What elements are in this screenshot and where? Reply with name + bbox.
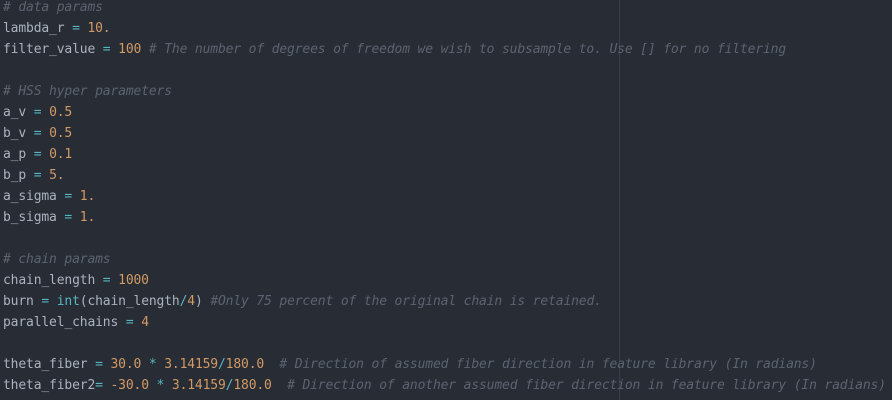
operator: = bbox=[95, 273, 119, 288]
comment: # HSS hyper parameters bbox=[3, 84, 172, 99]
operator: = bbox=[64, 21, 88, 36]
number-literal: 180.0 bbox=[225, 357, 265, 372]
identifier: b_p bbox=[3, 168, 27, 183]
number-literal: 3.14159 bbox=[171, 378, 226, 393]
comment: # Direction of another assumed fiber dir… bbox=[271, 378, 886, 393]
comment: # The number of degrees of freedom we wi… bbox=[141, 42, 787, 57]
code-line[interactable]: theta_fiber = 30.0 * 3.14159/180.0 # Dir… bbox=[3, 354, 886, 375]
code-line[interactable]: b_v = 0.5 bbox=[3, 123, 886, 144]
operator: = bbox=[26, 147, 50, 162]
code-line[interactable]: # chain params bbox=[3, 249, 886, 270]
code-line[interactable]: # HSS hyper parameters bbox=[3, 81, 886, 102]
identifier: theta_fiber bbox=[3, 357, 88, 372]
operator: = bbox=[26, 168, 50, 183]
number-literal: 3.14159 bbox=[164, 357, 218, 372]
number-literal: 100 bbox=[118, 42, 142, 57]
code-line[interactable]: b_p = 5. bbox=[3, 165, 886, 186]
operator: * bbox=[148, 378, 172, 393]
code-line[interactable]: parallel_chains = 4 bbox=[3, 312, 886, 333]
code-line[interactable]: filter_value = 100 # The number of degre… bbox=[3, 39, 886, 60]
code-line[interactable]: a_p = 0.1 bbox=[3, 144, 886, 165]
operator: = bbox=[26, 126, 50, 141]
comment: # data params bbox=[3, 0, 103, 15]
identifier: burn bbox=[3, 294, 34, 309]
operator: = bbox=[87, 357, 111, 372]
code-line[interactable]: lambda_r = 10. bbox=[3, 18, 886, 39]
code-line[interactable] bbox=[3, 333, 886, 354]
code-line[interactable] bbox=[3, 60, 886, 81]
identifier: ) bbox=[194, 294, 203, 309]
operator: = bbox=[26, 105, 50, 120]
number-literal: 0.1 bbox=[49, 147, 73, 162]
code-line[interactable]: chain_length = 1000 bbox=[3, 270, 886, 291]
number-literal: 30.0 bbox=[110, 357, 142, 372]
operator: = bbox=[95, 378, 111, 393]
number-literal: 0.5 bbox=[49, 126, 73, 141]
identifier: parallel_chains bbox=[3, 315, 119, 330]
builtin-function: int bbox=[56, 294, 80, 309]
number-literal: 180.0 bbox=[233, 378, 272, 393]
identifier: filter_value bbox=[3, 42, 96, 57]
identifier: theta_fiber2 bbox=[3, 378, 96, 393]
operator: = bbox=[56, 210, 80, 225]
identifier: chain_length bbox=[3, 273, 96, 288]
number-literal: 1. bbox=[79, 189, 96, 204]
code-line[interactable]: theta_fiber2= -30.0 * 3.14159/180.0 # Di… bbox=[3, 375, 886, 396]
identifier: (chain_length bbox=[79, 294, 180, 309]
identifier: b_v bbox=[3, 126, 27, 141]
comment: #Only 75 percent of the original chain i… bbox=[202, 294, 602, 309]
identifier: b_sigma bbox=[3, 210, 57, 225]
operator: / bbox=[217, 357, 226, 372]
number-literal: 5. bbox=[49, 168, 65, 183]
number-literal: 0.5 bbox=[49, 105, 73, 120]
operator: = bbox=[33, 294, 57, 309]
operator: = bbox=[95, 42, 119, 57]
number-literal: 10. bbox=[87, 21, 111, 36]
identifier: lambda_r bbox=[3, 21, 65, 36]
code-line[interactable]: a_v = 0.5 bbox=[3, 102, 886, 123]
identifier: a_v bbox=[3, 105, 27, 120]
comment: # Direction of assumed fiber direction i… bbox=[264, 357, 817, 372]
number-literal: 1. bbox=[79, 210, 96, 225]
code-content[interactable]: # data params lambda_r = 10. filter_value … bbox=[3, 0, 886, 396]
operator: = bbox=[56, 189, 80, 204]
code-line[interactable]: # data params bbox=[3, 0, 886, 18]
identifier: a_sigma bbox=[3, 189, 57, 204]
operator: = bbox=[118, 315, 142, 330]
identifier: a_p bbox=[3, 147, 27, 162]
code-line[interactable] bbox=[3, 228, 886, 249]
number-literal: 1000 bbox=[118, 273, 149, 288]
code-editor[interactable]: # data params lambda_r = 10. filter_value … bbox=[0, 0, 892, 400]
code-line[interactable]: burn = int(chain_length/4) #Only 75 perc… bbox=[3, 291, 886, 312]
operator: * bbox=[141, 357, 165, 372]
number-literal: 4 bbox=[187, 294, 195, 309]
code-line[interactable]: b_sigma = 1. bbox=[3, 207, 886, 228]
number-literal: 4 bbox=[141, 315, 149, 330]
comment: # chain params bbox=[3, 252, 111, 267]
number-literal: -30.0 bbox=[110, 378, 149, 393]
code-line[interactable]: a_sigma = 1. bbox=[3, 186, 886, 207]
